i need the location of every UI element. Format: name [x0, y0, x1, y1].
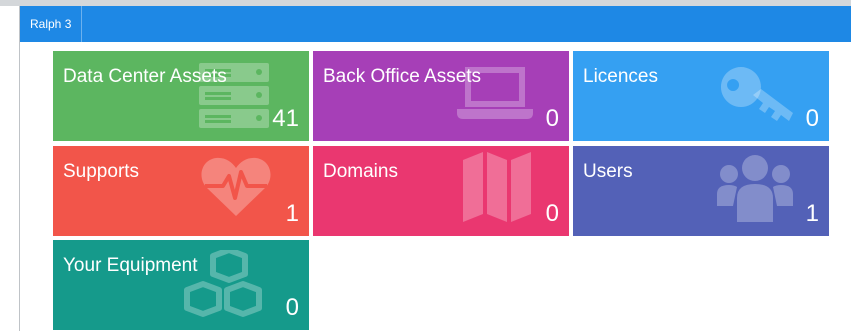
tile-title: Back Office Assets	[323, 66, 482, 87]
tile-back-office-assets[interactable]: Back Office Assets 0	[313, 51, 569, 141]
tile-your-equipment[interactable]: Your Equipment 0	[53, 240, 309, 330]
users-icon	[717, 154, 793, 222]
tile-domains[interactable]: Domains 0	[313, 146, 569, 236]
tile-count: 0	[545, 105, 559, 132]
tile-title: Your Equipment	[63, 255, 198, 276]
top-navbar: Ralph 3	[20, 6, 851, 42]
key-icon	[719, 65, 799, 127]
tile-title: Data Center Assets	[63, 66, 227, 87]
tile-count: 1	[285, 200, 299, 227]
map-icon	[463, 152, 531, 222]
side-edge	[0, 6, 20, 331]
tile-count: 0	[545, 200, 559, 227]
tile-title: Domains	[323, 161, 398, 182]
tile-users[interactable]: Users 1	[573, 146, 829, 236]
tile-count: 41	[272, 105, 299, 132]
tile-supports[interactable]: Supports 1	[53, 146, 309, 236]
tile-title: Licences	[583, 66, 658, 87]
tile-licences[interactable]: Licences 0	[573, 51, 829, 141]
tile-data-center-assets[interactable]: Data Center Assets 41	[53, 51, 309, 141]
tile-title: Supports	[63, 161, 140, 182]
tile-count: 0	[285, 294, 299, 321]
tile-count: 0	[805, 105, 819, 132]
tile-count: 1	[805, 200, 819, 227]
heartbeat-icon	[201, 156, 271, 216]
tile-title: Users	[583, 161, 633, 182]
brand-link[interactable]: Ralph 3	[20, 6, 83, 42]
